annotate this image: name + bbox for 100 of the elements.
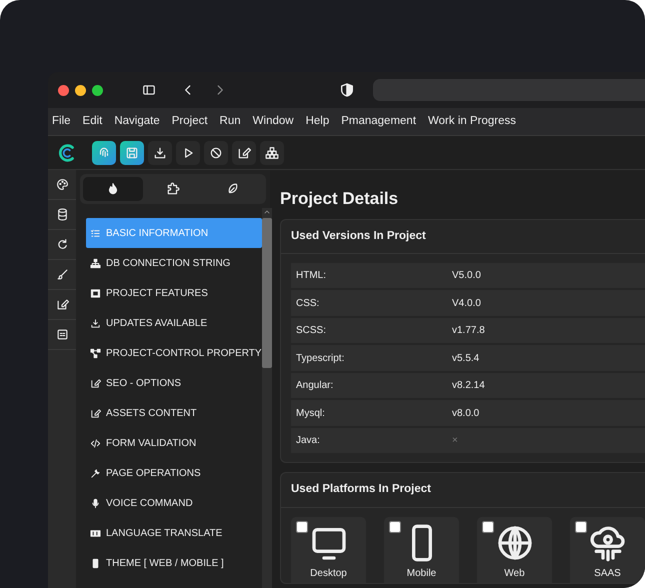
- platform-label: SAAS: [594, 566, 621, 580]
- nav-label: SEO - OPTIONS: [106, 376, 182, 390]
- card-title: Used Versions In Project: [281, 220, 645, 254]
- menu-item[interactable]: Project: [172, 112, 208, 130]
- nav-label: PAGE OPERATIONS: [106, 466, 201, 480]
- scrollbar[interactable]: [262, 208, 272, 588]
- nav-item[interactable]: PAGE OPERATIONS: [86, 458, 262, 488]
- nav-item[interactable]: UPDATES AVAILABLE: [86, 308, 262, 338]
- sidebar-icon: [141, 83, 157, 97]
- version-value: v1.77.8: [452, 324, 485, 338]
- nav-label: FORM VALIDATION: [106, 436, 196, 450]
- maximize-button[interactable]: [92, 84, 103, 96]
- nav-label: DB CONNECTION STRING: [106, 256, 230, 270]
- mic-icon: [90, 498, 101, 508]
- minimize-button[interactable]: [75, 84, 86, 96]
- nav-item[interactable]: PROJECT FEATURES: [86, 278, 262, 308]
- nodes-icon: [90, 348, 101, 358]
- platform-checkbox[interactable]: [296, 520, 308, 532]
- version-label: CSS:: [296, 296, 320, 310]
- nav-label: UPDATES AVAILABLE: [106, 316, 208, 330]
- platform-checkbox[interactable]: [482, 520, 494, 532]
- toolbar-button[interactable]: [260, 140, 284, 164]
- toolbar-button[interactable]: [232, 140, 256, 164]
- close-button[interactable]: [58, 84, 69, 96]
- version-label: Typescript:: [296, 352, 346, 366]
- nav-item[interactable]: THEME [ WEB / MOBILE ]: [86, 548, 262, 578]
- toolbar-button[interactable]: [176, 140, 200, 164]
- shield-icon: [339, 82, 355, 98]
- platform-label: Web: [504, 566, 525, 580]
- nav-label: BASIC INFORMATION: [106, 226, 208, 240]
- scrollbar-thumb[interactable]: [262, 218, 272, 368]
- panel-tab[interactable]: [83, 177, 143, 201]
- version-label: Mysql:: [296, 406, 326, 420]
- sitemap-icon: [90, 258, 101, 268]
- nav-label: PROJECT FEATURES: [106, 286, 208, 300]
- list-icon: [90, 228, 101, 238]
- edit-icon: [56, 298, 68, 311]
- platform-card[interactable]: Mobile: [384, 516, 459, 582]
- nav-item[interactable]: SEO - OPTIONS: [86, 368, 262, 398]
- scroll-up-icon: [262, 208, 271, 216]
- refresh-icon: [56, 238, 68, 251]
- toolbar-button[interactable]: [120, 140, 144, 164]
- version-label: SCSS:: [296, 324, 328, 338]
- menu-item[interactable]: Help: [306, 112, 330, 130]
- download-icon: [153, 146, 167, 160]
- panel-icon: [90, 288, 101, 298]
- database-icon: [56, 208, 68, 221]
- platform-checkbox[interactable]: [389, 520, 401, 532]
- nav-item[interactable]: PROJECT-CONTROL PROPERTY: [86, 338, 262, 368]
- card-title: Used Platforms In Project: [281, 473, 645, 508]
- boxes-icon: [265, 146, 279, 160]
- grid-icon: [56, 328, 68, 341]
- version-value: v5.5.4: [452, 352, 480, 366]
- block-icon: [209, 146, 223, 160]
- nav-item[interactable]: DB CONNECTION STRING: [86, 248, 262, 278]
- unavailable-mark: ×: [452, 434, 458, 448]
- menu-item[interactable]: File: [52, 112, 71, 130]
- platform-card[interactable]: Web: [477, 516, 552, 582]
- nav-item[interactable]: LANGUAGE TRANSLATE: [86, 518, 262, 548]
- nav-label: THEME [ WEB / MOBILE ]: [106, 556, 224, 570]
- nav-label: LANGUAGE TRANSLATE: [106, 526, 222, 540]
- toolbar-button[interactable]: [148, 140, 172, 164]
- version-value: V4.0.0: [452, 296, 481, 310]
- menu-item[interactable]: Navigate: [114, 112, 160, 130]
- palette-icon: [56, 178, 68, 191]
- save-icon: [125, 146, 139, 160]
- version-value: v8.0.0: [452, 406, 480, 420]
- edit-icon: [90, 408, 101, 418]
- menu-item[interactable]: Run: [220, 112, 241, 130]
- nav-label: ASSETS CONTENT: [106, 406, 197, 420]
- edit-icon: [237, 146, 251, 160]
- menu-item[interactable]: Pmanagement: [341, 112, 416, 130]
- menu-item[interactable]: Window: [252, 112, 294, 130]
- version-label: HTML:: [296, 269, 327, 283]
- download-icon: [90, 318, 101, 328]
- puzzle-icon: [166, 182, 180, 196]
- toolbar-button[interactable]: [92, 140, 116, 164]
- nav-item[interactable]: FORM VALIDATION: [86, 428, 262, 458]
- leaf-icon: [226, 182, 240, 196]
- nav-item[interactable]: ASSETS CONTENT: [86, 398, 262, 428]
- page-title: Project Details: [280, 188, 400, 210]
- nav-label: PROJECT-CONTROL PROPERTY: [106, 346, 262, 360]
- edit-icon: [90, 378, 101, 388]
- menu-item[interactable]: Edit: [82, 112, 102, 130]
- phone-icon: [90, 558, 101, 568]
- brush-icon: [56, 268, 68, 281]
- version-value: v8.2.14: [452, 379, 485, 393]
- platform-label: Desktop: [310, 566, 347, 580]
- platform-card[interactable]: SAAS: [570, 516, 645, 582]
- nav-label: VOICE COMMAND: [106, 496, 193, 510]
- version-label: Angular:: [296, 379, 334, 393]
- platform-card[interactable]: Desktop: [291, 516, 366, 582]
- platform-label: Mobile: [406, 566, 436, 580]
- toolbar-button[interactable]: [204, 140, 228, 164]
- fingerprint-icon: [97, 146, 111, 160]
- version-label: Java:: [296, 434, 321, 448]
- menu-item[interactable]: Work in Progress: [428, 112, 516, 130]
- version-value: V5.0.0: [452, 269, 481, 283]
- platform-checkbox[interactable]: [575, 520, 587, 532]
- nav-item[interactable]: VOICE COMMAND: [86, 488, 262, 518]
